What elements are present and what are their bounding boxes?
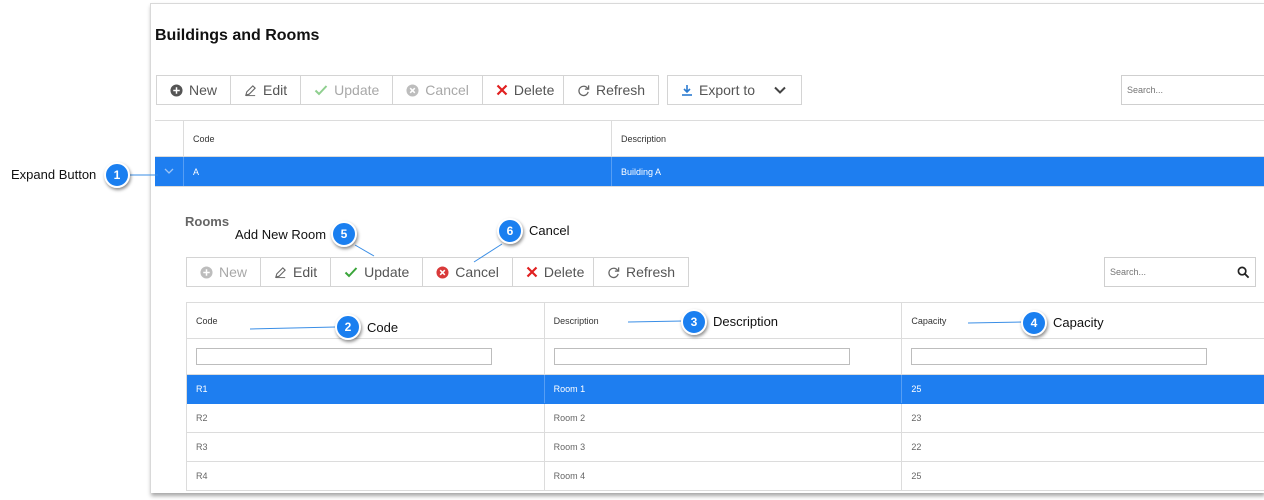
- main-toolbar-edit-group: New Edit Update Cancel Delete: [156, 75, 569, 105]
- table-row[interactable]: R3 Room 3 22: [187, 433, 1264, 462]
- expand-button[interactable]: [155, 157, 184, 186]
- rooms-edit-button[interactable]: Edit: [261, 258, 332, 286]
- callout-label-add-new-room: Add New Room: [235, 227, 327, 242]
- export-button[interactable]: Export to: [668, 76, 801, 104]
- room-description-cell: Room 1: [545, 375, 903, 403]
- filter-input-code[interactable]: [196, 348, 492, 365]
- table-row[interactable]: R2 Room 2 23: [187, 404, 1264, 433]
- building-description-cell: Building A: [621, 166, 662, 177]
- callout-badge-4: 4: [1021, 310, 1047, 336]
- room-description-cell: Room 2: [545, 404, 903, 432]
- callout-label-cancel: Cancel: [529, 223, 570, 238]
- rooms-toolbar-refresh-group: Refresh: [593, 257, 690, 287]
- room-code-cell: R2: [187, 404, 545, 432]
- room-description-cell: Room 3: [545, 433, 903, 461]
- room-capacity-cell: 25: [911, 384, 922, 394]
- chevron-down-icon: [774, 86, 786, 94]
- rooms-toolbar-edit-group: New Edit Update Cancel Delete: [186, 257, 599, 287]
- column-header-description[interactable]: Description: [612, 121, 1264, 156]
- callout-badge-1: 1: [104, 162, 130, 188]
- pencil-icon: [275, 266, 286, 278]
- edit-button-label: Edit: [263, 82, 288, 98]
- callout-badge-5: 5: [331, 221, 357, 247]
- rooms-title: Rooms: [185, 214, 230, 229]
- rooms-refresh-button[interactable]: Refresh: [594, 258, 688, 286]
- filter-input-capacity[interactable]: [911, 348, 1208, 365]
- plus-circle-icon: [200, 265, 213, 279]
- new-button-label: New: [189, 82, 218, 98]
- x-circle-icon: [406, 83, 419, 97]
- export-button-label: Export to: [699, 82, 756, 98]
- edit-button[interactable]: Edit: [231, 76, 302, 104]
- room-code-cell: R1: [187, 375, 545, 403]
- rooms-new-button-label: New: [219, 264, 248, 280]
- room-code-cell: R4: [187, 462, 545, 490]
- rooms-delete-button[interactable]: Delete: [513, 258, 597, 286]
- update-button-label: Update: [334, 82, 380, 98]
- download-icon: [682, 85, 692, 96]
- room-capacity-cell: 22: [911, 442, 922, 452]
- main-search-box: [1121, 75, 1264, 105]
- table-row[interactable]: R1 Room 1 25: [187, 375, 1264, 404]
- filter-cell-code: [187, 339, 545, 374]
- callout-label-code: Code: [367, 320, 399, 335]
- callout-label-description: Description: [713, 314, 779, 329]
- page-title: Buildings and Rooms: [155, 27, 320, 44]
- delete-button[interactable]: Delete: [483, 76, 567, 104]
- refresh-button-label: Refresh: [596, 82, 646, 98]
- search-icon[interactable]: [1237, 266, 1250, 279]
- rooms-refresh-button-label: Refresh: [626, 264, 676, 280]
- filter-cell-capacity: [902, 339, 1264, 374]
- rooms-new-button[interactable]: New: [187, 258, 262, 286]
- refresh-icon: [608, 266, 620, 278]
- filter-input-description[interactable]: [553, 348, 850, 365]
- buildings-panel: Buildings and Rooms New Edit Update Canc…: [150, 3, 1264, 493]
- x-circle-icon: [436, 265, 449, 279]
- room-description-cell: Room 4: [545, 462, 903, 490]
- cancel-button-label: Cancel: [425, 82, 469, 98]
- main-toolbar-refresh-group: Refresh: [563, 75, 660, 105]
- check-icon: [314, 85, 328, 96]
- check-icon: [344, 267, 358, 278]
- room-code-cell: R3: [187, 433, 545, 461]
- buildings-grid: Code Description A Building A: [155, 120, 1264, 187]
- filter-cell-description: [545, 339, 903, 374]
- rooms-search-input[interactable]: [1110, 267, 1237, 277]
- rooms-cancel-button[interactable]: Cancel: [423, 258, 513, 286]
- x-icon: [526, 266, 538, 278]
- plus-circle-icon: [170, 83, 183, 97]
- pencil-icon: [245, 84, 256, 96]
- rooms-search-box: [1104, 257, 1256, 287]
- rooms-cancel-button-label: Cancel: [455, 264, 499, 280]
- callout-label-expand-button: Expand Button: [11, 167, 97, 182]
- rooms-update-button[interactable]: Update: [331, 258, 424, 286]
- x-icon: [496, 84, 508, 96]
- expand-column-header: [155, 121, 184, 156]
- table-row[interactable]: R4 Room 4 25: [187, 462, 1264, 491]
- callout-badge-2: 2: [335, 314, 361, 340]
- table-row[interactable]: A Building A: [155, 157, 1264, 187]
- column-header-code[interactable]: Code: [184, 121, 612, 156]
- callout-badge-6: 6: [497, 218, 523, 244]
- delete-button-label: Delete: [513, 82, 555, 98]
- buildings-grid-header: Code Description: [155, 121, 1264, 157]
- main-toolbar-export-group: Export to: [667, 75, 803, 105]
- callout-label-capacity: Capacity: [1053, 315, 1104, 330]
- rooms-column-header-code[interactable]: Code: [187, 303, 545, 338]
- update-button[interactable]: Update: [301, 76, 394, 104]
- chevron-down-icon: [164, 168, 174, 174]
- rooms-edit-button-label: Edit: [293, 264, 318, 280]
- rooms-filter-row: [187, 339, 1264, 375]
- refresh-button[interactable]: Refresh: [564, 76, 658, 104]
- building-code-cell: A: [184, 157, 612, 186]
- rooms-delete-button-label: Delete: [543, 264, 585, 280]
- main-search-input[interactable]: [1127, 85, 1264, 95]
- refresh-icon: [578, 84, 590, 96]
- room-capacity-cell: 25: [911, 471, 922, 481]
- new-button[interactable]: New: [157, 76, 232, 104]
- rooms-update-button-label: Update: [364, 264, 410, 280]
- cancel-button[interactable]: Cancel: [393, 76, 483, 104]
- room-capacity-cell: 23: [911, 413, 922, 423]
- callout-badge-3: 3: [681, 309, 707, 335]
